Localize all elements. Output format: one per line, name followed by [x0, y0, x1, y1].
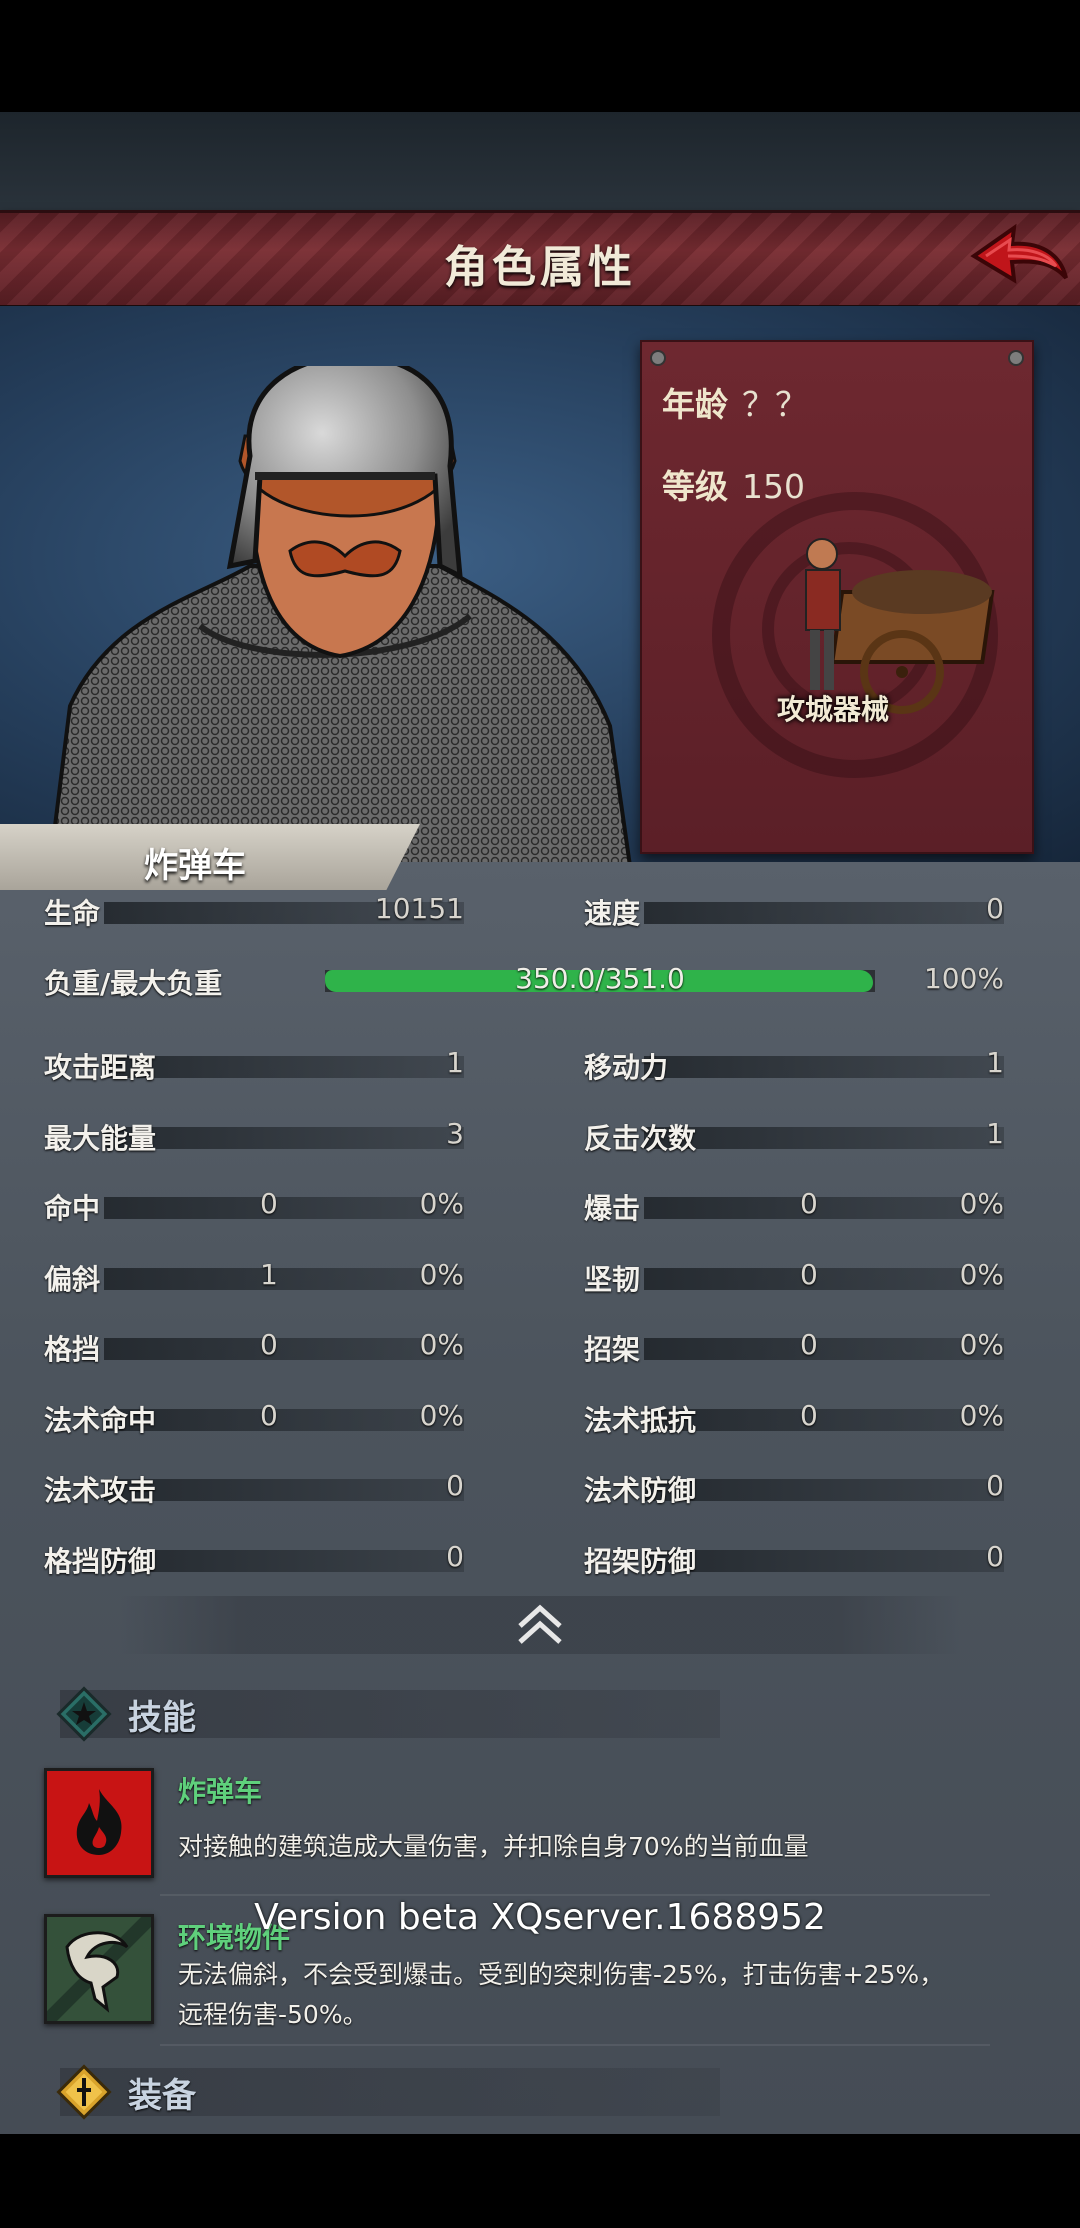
stat-value: 0%	[419, 1258, 464, 1291]
stat-label: 格挡防御	[44, 1545, 157, 1578]
unit-info-card: 年龄 ？？ 等级 150 攻城器械	[640, 340, 1034, 854]
back-button[interactable]	[968, 212, 1072, 300]
title-bar: 角色属性	[0, 210, 1080, 309]
stat-value: 0	[800, 1258, 818, 1291]
page-title: 角色属性	[444, 242, 636, 293]
stat-value: 3	[446, 1117, 464, 1150]
stat-row: 爆击 0 0%	[584, 1187, 1004, 1225]
unit-portrait	[50, 366, 633, 866]
status-bar-area	[0, 0, 1080, 112]
stat-row: 格挡 0 0%	[44, 1328, 464, 1366]
stat-value: 0	[986, 1540, 1004, 1573]
stat-label: 格挡	[44, 1333, 101, 1366]
skill-desc-1: 对接触的建筑造成大量伤害，并扣除自身70%的当前血量	[178, 1832, 809, 1861]
stat-row: 招架 0 0%	[584, 1328, 1004, 1366]
skills-section-title: 技能	[128, 1698, 196, 1738]
stat-label: 偏斜	[44, 1263, 101, 1296]
skill-desc-2-line2: 远程伤害-50%。	[178, 2000, 368, 2029]
version-label: Version beta XQserver.1688952	[254, 1897, 826, 1938]
equipment-section-title: 装备	[128, 2076, 196, 2116]
stat-value: 0%	[959, 1187, 1004, 1220]
stat-label: 最大能量	[44, 1122, 157, 1155]
navigation-bar-area	[0, 2134, 1080, 2228]
stat-value: 0	[800, 1328, 818, 1361]
stat-label: 攻击距离	[44, 1051, 157, 1084]
level-label: 等级	[662, 467, 728, 506]
unit-class-name: 攻城器械	[777, 693, 890, 726]
stat-value: 0	[260, 1328, 278, 1361]
age-row: 年龄 ？？	[662, 378, 808, 426]
load-value: 350.0/351.0	[515, 962, 685, 995]
stat-label: 法术抵抗	[584, 1404, 697, 1437]
stat-value: 0	[260, 1399, 278, 1432]
stat-label: 法术防御	[584, 1474, 697, 1507]
stat-value: 0	[986, 1469, 1004, 1502]
stat-value: 0	[800, 1399, 818, 1432]
stat-value: 0	[446, 1469, 464, 1502]
collapse-button[interactable]	[120, 1596, 960, 1654]
level-value: 150	[742, 467, 805, 506]
stat-label: 法术命中	[44, 1404, 157, 1437]
stat-value: 1	[986, 1117, 1004, 1150]
skill-icon-bomb[interactable]	[44, 1768, 154, 1878]
stat-row: 最大能量 3	[44, 1117, 464, 1155]
level-row: 等级 150	[662, 460, 805, 508]
stat-label: 移动力	[584, 1051, 669, 1084]
unit-name: 炸弹车	[144, 846, 246, 886]
stat-value: 0%	[959, 1328, 1004, 1361]
stat-label: 法术攻击	[44, 1474, 157, 1507]
stat-label: 爆击	[584, 1192, 641, 1225]
stat-label: 反击次数	[584, 1122, 697, 1155]
stat-value: 0	[800, 1187, 818, 1220]
age-label: 年龄	[662, 385, 728, 424]
stat-row: 坚韧 0 0%	[584, 1258, 1004, 1296]
stat-row: 招架防御 0	[584, 1540, 1004, 1578]
stat-row: 命中 0 0%	[44, 1187, 464, 1225]
stat-value: 1	[986, 1046, 1004, 1079]
upper-background	[0, 112, 1080, 212]
stat-value: 1	[260, 1258, 278, 1291]
double-chevron-up-icon	[518, 1604, 562, 1644]
stat-label: 招架防御	[584, 1545, 697, 1578]
age-value: ？？	[742, 385, 808, 424]
stat-row: 攻击距离 1	[44, 1046, 464, 1084]
stat-label: 招架	[584, 1333, 641, 1366]
stat-row: 反击次数 1	[584, 1117, 1004, 1155]
fire-icon	[47, 1771, 151, 1875]
stat-speed: 速度 0	[584, 892, 1004, 930]
stat-label: 命中	[44, 1192, 101, 1225]
stat-value: 0	[446, 1540, 464, 1573]
stat-value: 0	[260, 1187, 278, 1220]
stat-row: 法术攻击 0	[44, 1469, 464, 1507]
skill-name-1: 炸弹车	[178, 1775, 263, 1808]
stat-row: 法术防御 0	[584, 1469, 1004, 1507]
stat-value: 1	[446, 1046, 464, 1079]
stat-row: 格挡防御 0	[44, 1540, 464, 1578]
load-percent: 100%	[923, 962, 1004, 995]
skill-desc-2-line1: 无法偏斜，不会受到爆击。受到的突刺伤害-25%，打击伤害+25%，	[178, 1960, 945, 1989]
stat-value: 0%	[419, 1187, 464, 1220]
sword-diamond-icon	[56, 2064, 112, 2120]
stat-value: 0%	[959, 1258, 1004, 1291]
stat-row: 偏斜 1 0%	[44, 1258, 464, 1296]
stat-value: 0%	[419, 1328, 464, 1361]
stat-load-label: 负重/最大负重	[44, 967, 223, 1000]
stat-row: 移动力 1	[584, 1046, 1004, 1084]
stat-row: 法术命中 0 0%	[44, 1399, 464, 1437]
star-diamond-icon	[56, 1686, 112, 1742]
stat-value: 0%	[959, 1399, 1004, 1432]
stat-hp: 生命 10151	[44, 892, 464, 930]
stat-row: 法术抵抗 0 0%	[584, 1399, 1004, 1437]
stat-value: 0%	[419, 1399, 464, 1432]
back-arrow-icon	[970, 223, 1068, 284]
stat-label: 坚韧	[584, 1263, 641, 1296]
